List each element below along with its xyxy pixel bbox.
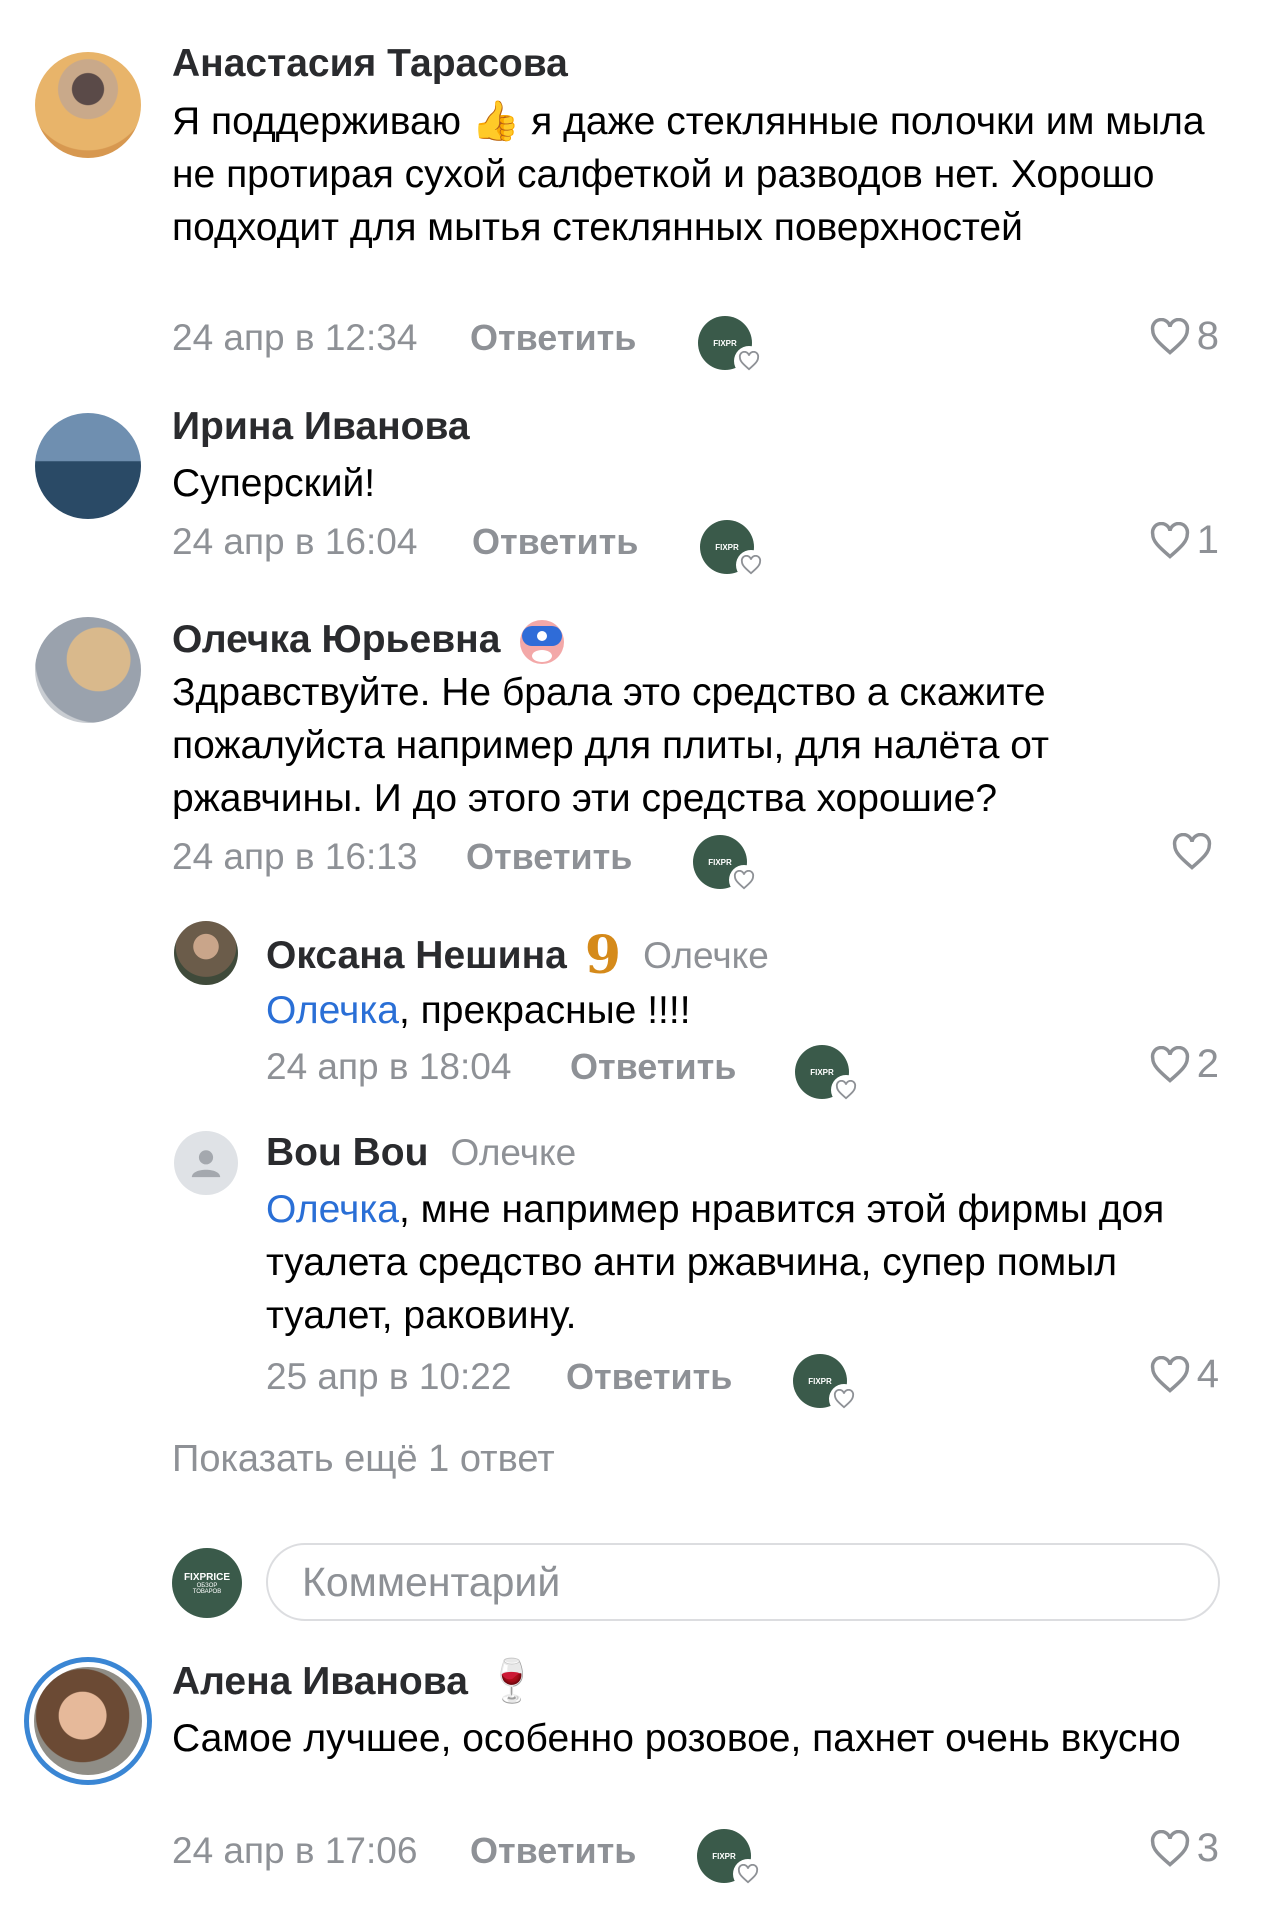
comment-text: Суперский! xyxy=(172,462,376,505)
comment-author[interactable]: Алена Иванова xyxy=(172,1660,468,1704)
reactor-label: FIXPR xyxy=(708,857,732,867)
comment-author-row: Олечка Юрьевна xyxy=(172,612,568,668)
heart-icon xyxy=(1150,317,1189,355)
comment-time: 24 апр в 18:04 xyxy=(266,1046,512,1087)
comment-input[interactable]: Комментарий xyxy=(266,1543,1220,1621)
comment-text: Самое лучшее, особенно розовое, пахнет о… xyxy=(172,1717,1181,1760)
heart-icon xyxy=(1172,833,1212,870)
reply-button[interactable]: Ответить xyxy=(470,317,636,359)
heart-icon xyxy=(829,1384,859,1414)
heart-icon xyxy=(1150,1829,1189,1867)
comment-input-placeholder: Комментарий xyxy=(302,1558,561,1605)
comment-author[interactable]: Bou Bou xyxy=(266,1131,428,1175)
comment-text: Я поддерживаю 👍 я даже стеклянные полочк… xyxy=(172,95,1222,254)
heart-icon xyxy=(733,1859,763,1889)
reactor-label: FIXPR xyxy=(712,1851,736,1861)
reactor-label: FIXPR xyxy=(715,542,739,552)
comment-text-part: Я поддерживаю xyxy=(172,100,472,143)
avatar[interactable] xyxy=(35,617,141,723)
like-button[interactable]: 2 xyxy=(1149,1042,1219,1087)
comment-text: Здравствуйте. Не брала это средство а ск… xyxy=(172,671,1049,820)
like-count: 2 xyxy=(1196,1042,1219,1086)
reactor-label: FIXPR xyxy=(810,1067,834,1077)
author-like-avatar: FIXPR xyxy=(698,316,764,376)
mention-link[interactable]: Олечка xyxy=(266,989,399,1032)
reply-button[interactable]: Ответить xyxy=(566,1356,732,1398)
author-like-avatar: FIXPR xyxy=(693,835,759,895)
reply-button[interactable]: Ответить xyxy=(466,836,632,878)
brand-caption: ОБЗОР ТОВАРОВ xyxy=(192,1582,222,1595)
author-like-avatar: FIXPR xyxy=(700,520,766,580)
avatar[interactable] xyxy=(24,1657,152,1785)
author-like-avatar: FIXPR xyxy=(795,1045,861,1105)
avatar[interactable] xyxy=(174,921,238,985)
show-more-replies-link[interactable]: Показать ещё 1 ответ xyxy=(172,1438,555,1481)
reactor-label: FIXPR xyxy=(713,338,737,348)
heart-icon xyxy=(734,346,764,376)
like-button[interactable]: 8 xyxy=(1149,314,1219,359)
avatar[interactable] xyxy=(35,413,141,519)
comment-text: Олечка, мне например нравится этой фирмы… xyxy=(266,1183,1226,1342)
comment-time: 24 апр в 16:13 xyxy=(172,836,418,877)
like-count: 8 xyxy=(1196,314,1219,358)
comment-time: 24 апр в 12:34 xyxy=(172,317,418,358)
like-count: 1 xyxy=(1196,518,1219,562)
comment-author[interactable]: Анастасия Тарасова xyxy=(172,42,568,86)
comment-text-part: , мне например нравится этой фирмы доя т… xyxy=(266,1188,1165,1337)
comment-author[interactable]: Олечка Юрьевна xyxy=(172,618,500,662)
mask-badge-icon xyxy=(520,620,565,664)
like-count: 4 xyxy=(1196,1352,1219,1396)
comment-author-row: Оксана Нешина 9 Олечке xyxy=(266,925,769,986)
reply-button[interactable]: Ответить xyxy=(570,1046,736,1088)
reply-addressee: Олечке xyxy=(643,934,769,976)
reply-button[interactable]: Ответить xyxy=(472,521,638,563)
heart-icon xyxy=(831,1075,861,1105)
like-button[interactable]: 3 xyxy=(1149,1826,1219,1871)
comment-text-part: , прекрасные !!!! xyxy=(398,989,691,1032)
thumbs-up-icon: 👍 xyxy=(471,100,521,143)
ribbon-badge-icon: 9 xyxy=(584,925,622,986)
heart-icon xyxy=(1150,521,1189,559)
brand-label: FIXPRICE xyxy=(183,1571,231,1583)
wine-glass-icon: 🍷 xyxy=(485,1657,539,1704)
comment-author-row: Алена Иванова 🍷 xyxy=(172,1657,538,1706)
current-user-avatar: FIXPRICE ОБЗОР ТОВАРОВ xyxy=(172,1548,242,1618)
heart-icon xyxy=(1150,1045,1189,1083)
user-placeholder-icon xyxy=(191,1150,221,1178)
like-button[interactable]: 1 xyxy=(1149,518,1219,563)
comment-author-row: Bou Bou Олечке xyxy=(266,1131,576,1175)
like-button[interactable]: 4 xyxy=(1149,1352,1219,1397)
comment-time: 24 апр в 17:06 xyxy=(172,1830,418,1871)
comment-author[interactable]: Оксана Нешина xyxy=(266,934,567,978)
heart-icon xyxy=(736,550,766,580)
avatar[interactable] xyxy=(174,1131,238,1195)
reply-addressee: Олечке xyxy=(450,1132,577,1173)
comment-text: Олечка, прекрасные !!!! xyxy=(266,984,1226,1037)
avatar[interactable] xyxy=(35,52,141,158)
mention-link[interactable]: Олечка xyxy=(266,1188,399,1231)
comment-time: 24 апр в 16:04 xyxy=(172,521,418,562)
author-like-avatar: FIXPR xyxy=(697,1829,763,1889)
heart-icon xyxy=(1150,1355,1189,1393)
like-button[interactable] xyxy=(1171,833,1219,871)
reactor-label: FIXPR xyxy=(808,1376,832,1386)
author-like-avatar: FIXPR xyxy=(793,1354,859,1414)
reply-button[interactable]: Ответить xyxy=(470,1830,636,1872)
comment-author[interactable]: Ирина Иванова xyxy=(172,405,470,449)
heart-icon xyxy=(729,865,759,895)
comment-time: 25 апр в 10:22 xyxy=(266,1356,512,1397)
like-count: 3 xyxy=(1196,1826,1219,1870)
